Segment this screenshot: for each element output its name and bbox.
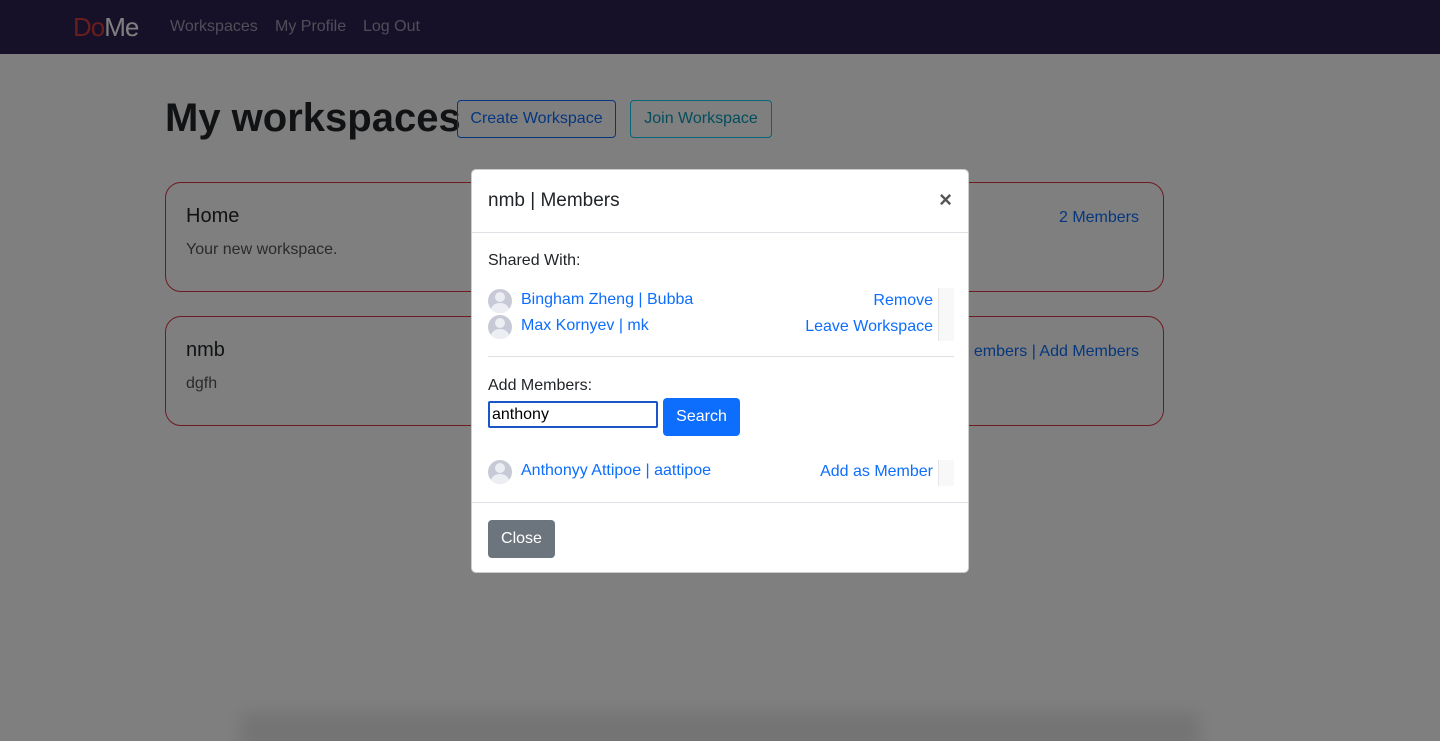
- avatar: [488, 289, 512, 313]
- add-as-member-link[interactable]: Add as Member: [820, 463, 933, 481]
- member-row: Max Kornyev | mk Leave Workspace: [488, 315, 933, 339]
- result-name-link[interactable]: Anthonyy Attipoe | aattipoe: [521, 462, 711, 480]
- search-button[interactable]: Search: [663, 398, 740, 436]
- member-row: Bingham Zheng | Bubba Remove: [488, 289, 933, 313]
- divider: [488, 356, 954, 357]
- member-name-link[interactable]: Max Kornyev | mk: [521, 317, 649, 335]
- results-scrollbar[interactable]: [938, 460, 954, 486]
- modal-footer: Close: [472, 502, 968, 574]
- close-button[interactable]: Close: [488, 520, 555, 558]
- member-name-link[interactable]: Bingham Zheng | Bubba: [521, 291, 693, 309]
- avatar: [488, 460, 512, 484]
- avatar: [488, 315, 512, 339]
- members-scrollbar[interactable]: [938, 288, 954, 341]
- leave-workspace-link[interactable]: Leave Workspace: [805, 318, 933, 336]
- remove-member-link[interactable]: Remove: [873, 292, 933, 310]
- member-search-input[interactable]: [488, 401, 658, 428]
- search-result-row: Anthonyy Attipoe | aattipoe Add as Membe…: [488, 460, 933, 484]
- shared-with-label: Shared With:: [488, 252, 581, 269]
- add-members-label: Add Members:: [488, 377, 593, 394]
- modal-header: nmb | Members ×: [472, 170, 968, 233]
- modal-title: nmb | Members: [488, 190, 620, 211]
- members-modal: nmb | Members × Shared With: Bingham Zhe…: [471, 169, 969, 573]
- close-icon[interactable]: ×: [939, 187, 952, 213]
